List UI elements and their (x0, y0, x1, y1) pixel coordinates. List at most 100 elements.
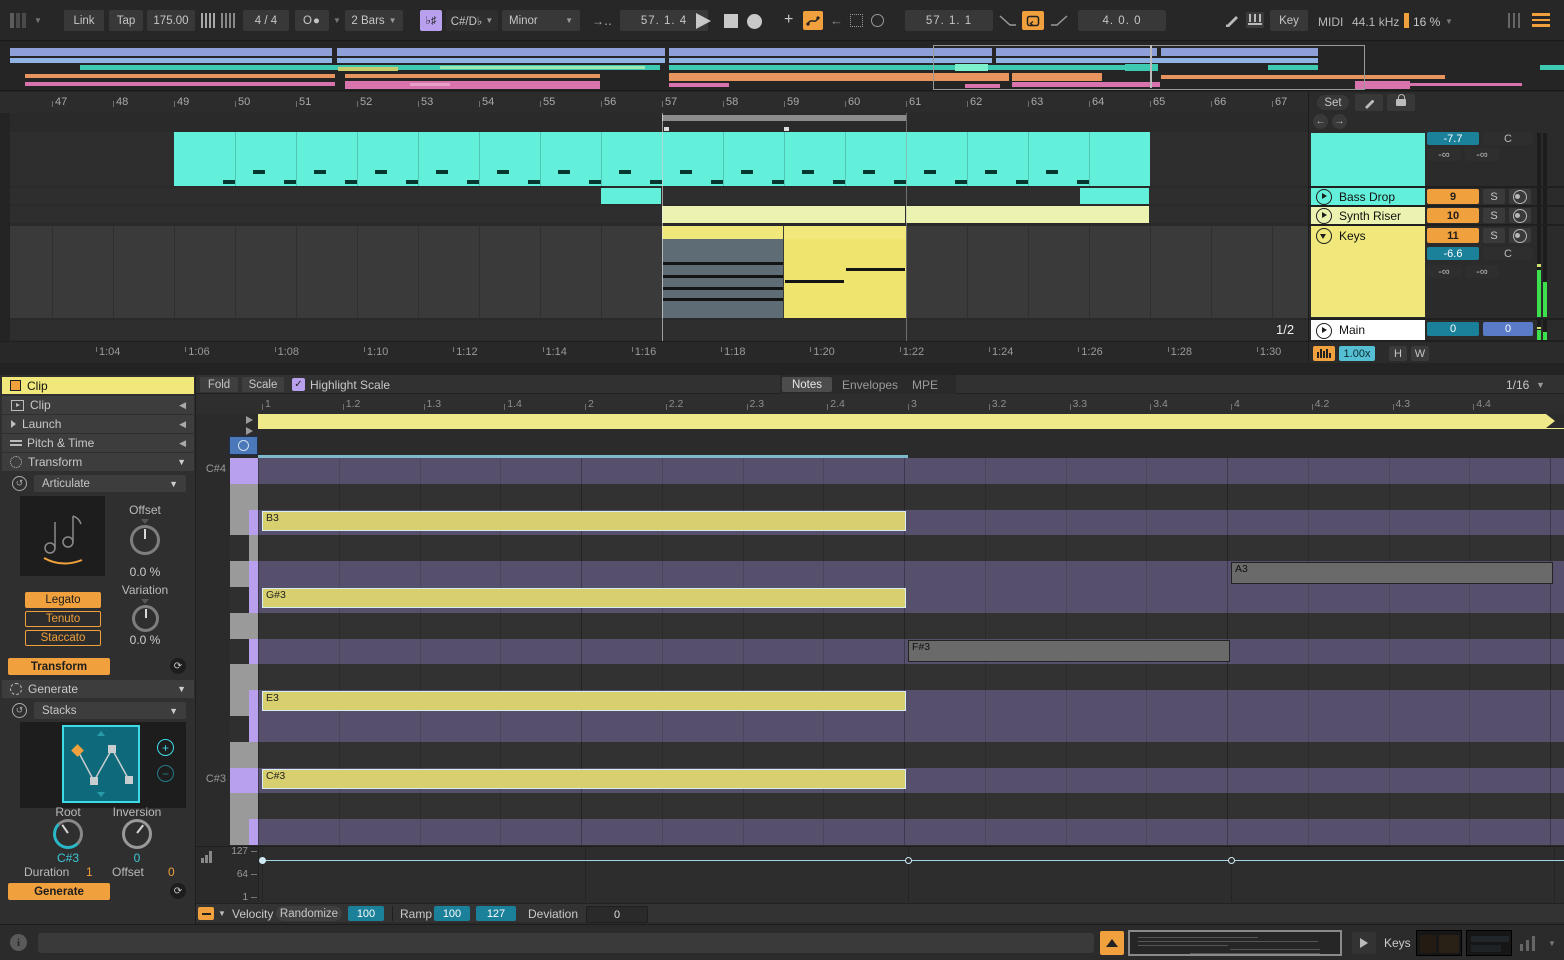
metronome-icon[interactable] (201, 13, 215, 28)
scale-button[interactable]: Scale (242, 377, 284, 392)
transform-apply-button[interactable]: Transform (8, 658, 110, 675)
punch-in-button[interactable] (999, 14, 1017, 27)
cpu-dropdown-icon[interactable]: ▼ (1445, 17, 1453, 26)
randomize-button[interactable]: Randomize (276, 906, 342, 921)
scale-mode-button[interactable]: ♭♯ (420, 10, 442, 31)
track-header-bass-drop[interactable]: Bass Drop (1311, 188, 1425, 205)
loop-length-field[interactable]: 4. 0. 0 (1078, 10, 1166, 31)
highlight-scale-checkbox[interactable]: ✓ (292, 378, 305, 391)
section-generate[interactable]: Generate ▼ (2, 680, 194, 698)
keys-clip-body[interactable] (784, 239, 906, 318)
piano-key-A#3[interactable] (230, 535, 258, 562)
lock-envelopes-button[interactable] (1387, 94, 1415, 111)
collapse-icon[interactable]: ◀ (179, 438, 186, 449)
inversion-value[interactable]: 0 (100, 851, 174, 865)
loop-start-field[interactable]: 57. 1. 1 (905, 10, 993, 31)
stacks-visual[interactable] (62, 725, 140, 803)
piano-key-A3[interactable] (230, 561, 258, 588)
piano-key-G#3[interactable] (230, 587, 258, 614)
offset-value[interactable]: 0.0 % (110, 565, 180, 579)
keys-solo-button[interactable]: S (1483, 228, 1505, 243)
bar-number[interactable]: 66 (1214, 96, 1226, 108)
velocity-point[interactable] (905, 857, 912, 864)
editor-beat-label[interactable]: 3.2 (992, 398, 1007, 410)
stop-button[interactable] (724, 14, 738, 28)
expand-icon[interactable]: ▼ (177, 457, 186, 467)
note-lane-D#3[interactable] (258, 716, 1564, 743)
partial-track-send-b[interactable]: -∞ (1465, 148, 1499, 161)
variation-knob[interactable] (132, 605, 159, 632)
window-layout-icon[interactable] (10, 13, 28, 28)
midi-note-F#3[interactable]: F#3 (908, 640, 1230, 662)
generate-reset-icon[interactable]: ↺ (12, 703, 27, 718)
editor-loop-bar[interactable] (258, 414, 1564, 429)
arrangement-tracks[interactable] (0, 113, 1308, 341)
clip-color-chip[interactable] (10, 380, 21, 391)
arrangement-overview[interactable] (0, 42, 1564, 91)
editor-beat-label[interactable]: 4.2 (1315, 398, 1330, 410)
bar-number[interactable]: 59 (787, 96, 799, 108)
hamburger-menu-icon[interactable] (1532, 13, 1550, 27)
bass-drop-solo-button[interactable]: S (1483, 189, 1505, 204)
beat-time-ruler[interactable]: 4748495051525354555657585960616263646566… (0, 92, 1308, 113)
midi-keyboard-toggle[interactable] (1313, 346, 1335, 361)
legato-button[interactable]: Legato (25, 592, 101, 608)
transform-reset-icon[interactable]: ↺ (12, 476, 27, 491)
keys-crossfade[interactable]: C (1483, 247, 1533, 260)
keys-clip-title[interactable] (662, 226, 783, 239)
randomize-amount[interactable]: 100 (348, 906, 384, 921)
note-lane-D3[interactable] (258, 742, 1564, 769)
track-fold-icon[interactable] (1316, 208, 1332, 224)
tab-mpe[interactable]: MPE (912, 378, 938, 392)
section-clip[interactable]: Clip ◀ (2, 396, 194, 414)
staccato-button[interactable]: Staccato (25, 630, 101, 646)
ramp-from[interactable]: 100 (434, 906, 470, 921)
grid-value[interactable]: 1/16 (1506, 378, 1529, 392)
arrangement-track-lane[interactable] (10, 226, 1308, 318)
width-zoom-button[interactable]: W (1411, 346, 1429, 361)
play-button[interactable] (696, 13, 711, 29)
synth-riser-clip[interactable] (662, 206, 905, 223)
track-fold-icon[interactable] (1316, 323, 1332, 339)
scale-root-menu[interactable]: C#/D♭▼ (446, 10, 498, 31)
grid-dropdown-icon[interactable]: ▼ (1536, 380, 1545, 390)
synth-riser-solo-button[interactable]: S (1483, 208, 1505, 223)
keys-cue-button[interactable] (1509, 228, 1531, 243)
quantize-menu[interactable]: 2 Bars▼ (345, 10, 403, 31)
back-arrow-button[interactable]: ← (1313, 114, 1328, 129)
draw-locator-pencil-button[interactable] (1355, 94, 1383, 111)
expand-icon[interactable]: ▼ (177, 684, 186, 694)
time-signature-field[interactable]: 4 / 4 (243, 10, 289, 31)
keys-input-number[interactable]: 11 (1427, 228, 1479, 243)
bar-number[interactable]: 57 (665, 96, 677, 108)
piano-key-B3[interactable] (230, 510, 258, 537)
synth-riser-input-number[interactable]: 10 (1427, 208, 1479, 223)
link-button[interactable]: Link (64, 10, 104, 31)
editor-beat-label[interactable]: 1.3 (427, 398, 442, 410)
main-pan[interactable]: 0 (1483, 322, 1533, 336)
track-name[interactable]: Main (1339, 323, 1365, 337)
track-unfold-icon[interactable] (1316, 228, 1332, 244)
editor-beat-label[interactable]: 3 (911, 398, 917, 410)
bar-number[interactable]: 55 (543, 96, 555, 108)
generate-mode-menu[interactable]: Stacks▼ (34, 702, 186, 719)
note-lane-A#3[interactable] (258, 535, 1564, 562)
midi-note-E3[interactable]: E3 (262, 691, 906, 711)
clip-overview-thumbnail[interactable] (1128, 930, 1342, 956)
midi-note-C#3[interactable]: C#3 (262, 769, 906, 789)
editor-beat-label[interactable]: 4.3 (1396, 398, 1411, 410)
bar-number[interactable]: 64 (1092, 96, 1104, 108)
keys-pan[interactable]: -6.6 (1427, 247, 1479, 260)
piano-key-C4[interactable] (230, 484, 258, 511)
keys-clip-title[interactable] (784, 226, 906, 239)
zoom-factor[interactable]: 1.00x (1339, 346, 1375, 361)
tap-tempo-button[interactable]: Tap (109, 10, 143, 31)
time-ruler[interactable]: 1:041:061:081:101:121:141:161:181:201:22… (0, 341, 1308, 363)
track-name[interactable]: Keys (1339, 229, 1366, 243)
track-header-partial-color[interactable] (1311, 133, 1425, 186)
bar-number[interactable]: 50 (238, 96, 250, 108)
stacks-add-button[interactable]: + (157, 739, 174, 756)
bar-number[interactable]: 65 (1153, 96, 1165, 108)
bar-number[interactable]: 56 (604, 96, 616, 108)
add-tracks-button[interactable]: + (784, 11, 793, 29)
